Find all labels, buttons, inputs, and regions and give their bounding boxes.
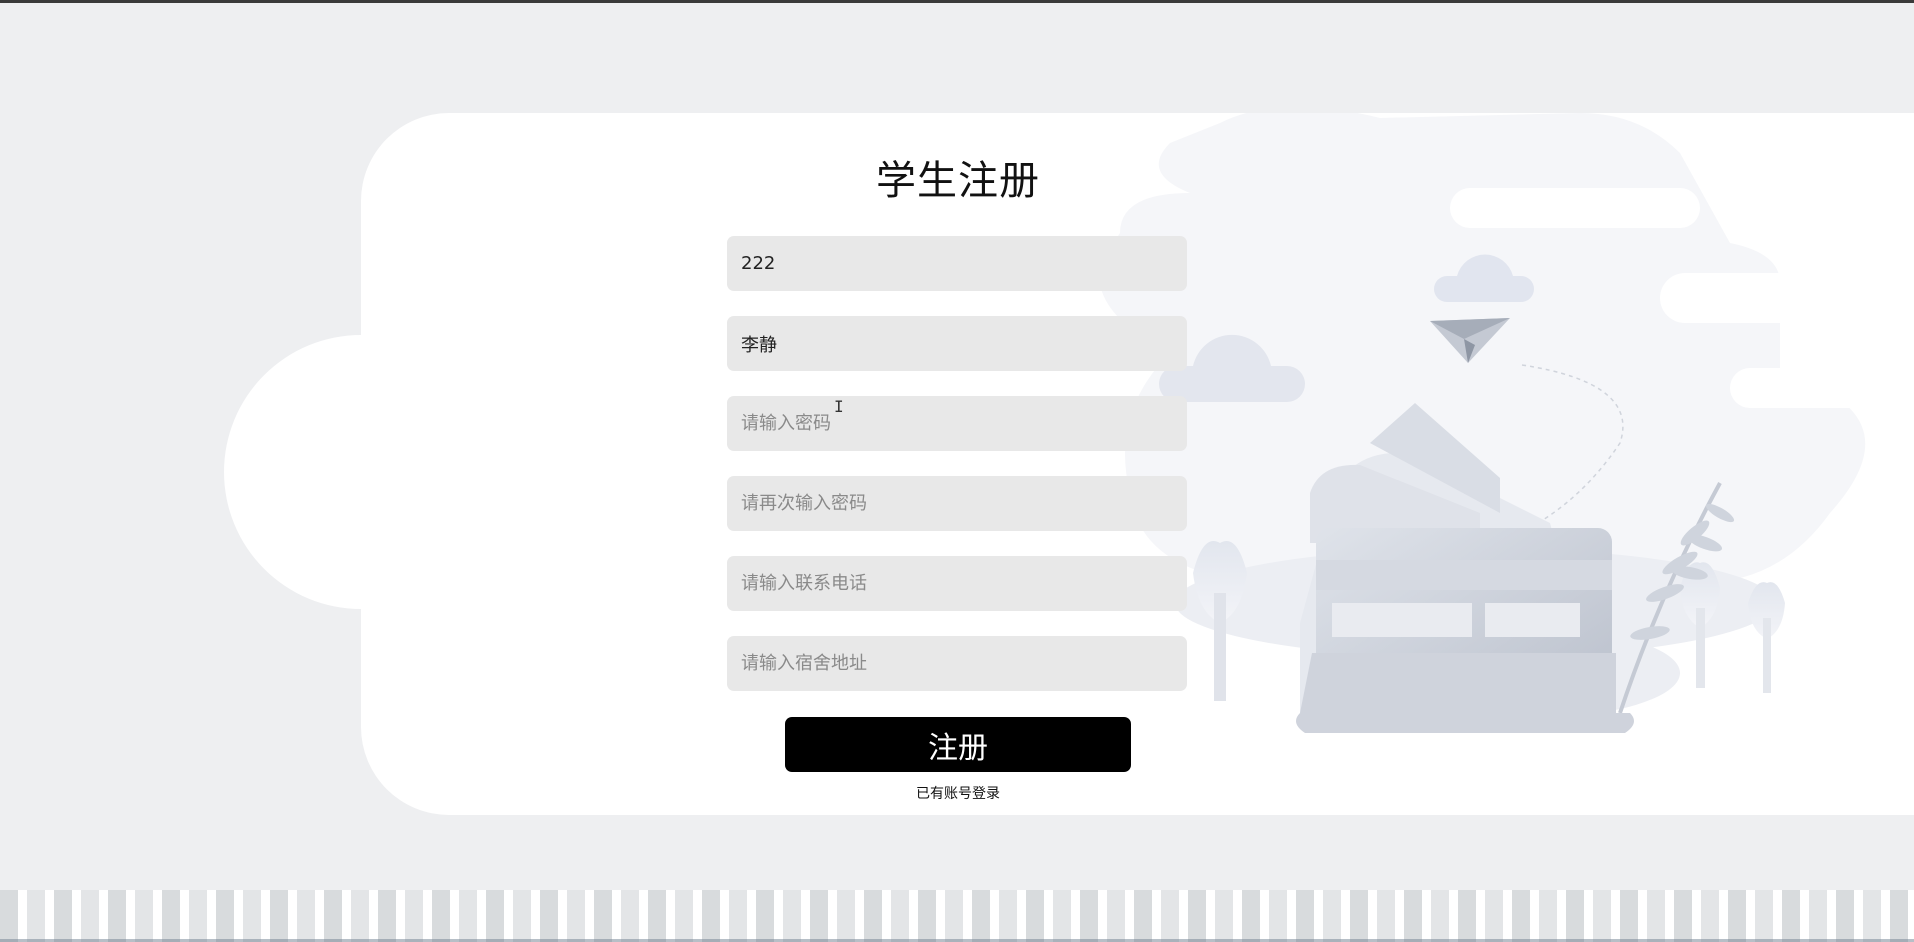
register-button[interactable]: 注册 [785,717,1131,772]
confirm-password-field[interactable] [727,476,1187,531]
page-title: 学生注册 [876,158,1040,204]
tree-icon [1748,582,1785,693]
student-name-field[interactable] [727,316,1187,371]
student-id-field[interactable] [727,236,1187,291]
register-illustration [1098,113,1914,733]
bottom-stripe-decoration [0,890,1914,942]
dorm-address-field[interactable] [727,636,1187,691]
login-link[interactable]: 已有账号登录 [700,783,1216,803]
text-cursor-icon: I [834,397,844,416]
window-top-border [0,0,1914,3]
password-field[interactable] [727,396,1187,451]
phone-field[interactable] [727,556,1187,611]
